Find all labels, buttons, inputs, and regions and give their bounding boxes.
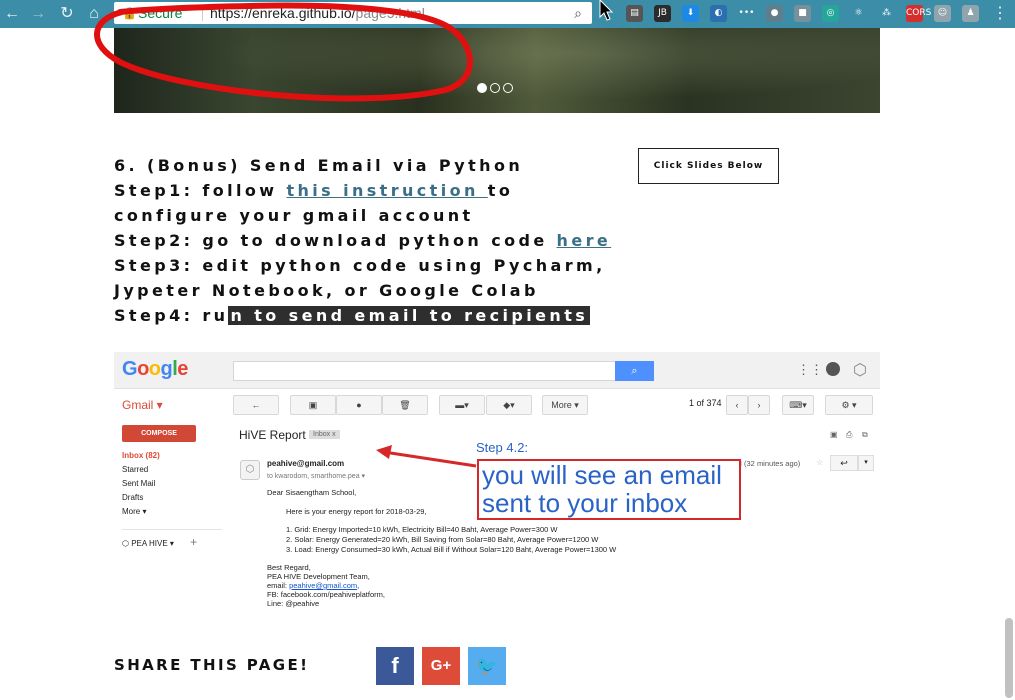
step3-text: Step3: edit python code using Pycharm, J…: [114, 256, 606, 300]
instructions-block: 6. (Bonus) Send Email via Python Step1: …: [114, 153, 614, 328]
share-title: SHARE THIS PAGE!: [114, 656, 310, 674]
step1-text: Step1: follow this instruction to config…: [114, 178, 614, 228]
url-base: https://enreka.github.io/: [210, 5, 356, 21]
facebook-share-button[interactable]: f: [376, 647, 414, 685]
hero-slide-image: [114, 28, 880, 113]
back-icon[interactable]: ←: [2, 0, 22, 28]
step4-text: Step4: ru n to send email to recipients: [114, 303, 614, 328]
annotation-line: you will see an email: [482, 460, 722, 490]
step4-highlight: n to send email to recipients: [228, 306, 591, 325]
zoom-icon[interactable]: ⌕: [574, 2, 582, 24]
download-link[interactable]: here: [557, 231, 612, 250]
address-separator: [202, 5, 203, 21]
url-text[interactable]: https://enreka.github.io/page5.html: [210, 2, 425, 24]
ext-dots-icon[interactable]: •••: [738, 5, 755, 22]
ext-book-icon[interactable]: ▤: [626, 5, 643, 22]
slide-dot[interactable]: [490, 83, 500, 93]
mouse-cursor-icon: [599, 0, 614, 21]
browser-toolbar: ← → ↻ ⌂ 🔒 Secure https://enreka.github.i…: [0, 0, 1015, 28]
ext-wave-icon[interactable]: ◐: [710, 5, 727, 22]
ext-spiral-icon[interactable]: ◎: [822, 5, 839, 22]
gmail-screenshot: Google ⌕ ⋮⋮⋮ ⬡ Gmail ▾ ← ▣ ● 🗑 ▬▾ ◆▾ Mor…: [114, 352, 880, 614]
click-slides-button[interactable]: Click Slides Below: [638, 148, 779, 184]
forward-icon[interactable]: →: [28, 0, 48, 28]
ext-jb-icon[interactable]: JB: [654, 5, 671, 22]
ext-box-icon[interactable]: ■: [794, 5, 811, 22]
ext-download-icon[interactable]: ⬇: [682, 5, 699, 22]
ext-react-icon[interactable]: ⚛: [850, 5, 867, 22]
page-scrollbar[interactable]: [1005, 618, 1013, 698]
reload-icon[interactable]: ↻: [57, 0, 77, 28]
slide-dots: [477, 80, 516, 98]
ext-nodes-icon[interactable]: ⁂: [878, 5, 895, 22]
address-bar[interactable]: 🔒 Secure https://enreka.github.io/page5.…: [114, 2, 592, 24]
slide-dot[interactable]: [477, 83, 487, 93]
slide-dot[interactable]: [503, 83, 513, 93]
section-heading: 6. (Bonus) Send Email via Python: [114, 156, 524, 175]
step2-text: Step2: go to download python code here: [114, 228, 614, 253]
step4-prefix: Step4: ru: [114, 306, 229, 325]
ext-ghost-icon[interactable]: ☺: [934, 5, 951, 22]
instruction-link[interactable]: this instruction: [286, 181, 487, 200]
home-icon[interactable]: ⌂: [84, 0, 104, 28]
ext-cors-icon[interactable]: CORS: [906, 5, 931, 22]
step2-prefix: Step2: go to download python code: [114, 231, 557, 250]
step1-prefix: Step1: follow: [114, 181, 287, 200]
annotation-line: sent to your inbox: [482, 488, 688, 518]
lock-icon: 🔒: [122, 6, 137, 20]
google-plus-share-button[interactable]: G+: [422, 647, 460, 685]
twitter-share-button[interactable]: 🐦: [468, 647, 506, 685]
annotation-callout: you will see an email sent to your inbox: [477, 459, 741, 520]
url-path: page5.html: [355, 5, 425, 21]
annotation-step-label: Step 4.2:: [476, 440, 529, 455]
ext-circle-icon[interactable]: ●: [766, 5, 783, 22]
ext-shirt-icon[interactable]: ♟: [962, 5, 979, 22]
secure-label: Secure: [138, 5, 183, 21]
browser-menu-icon[interactable]: ⋮: [992, 0, 1008, 28]
